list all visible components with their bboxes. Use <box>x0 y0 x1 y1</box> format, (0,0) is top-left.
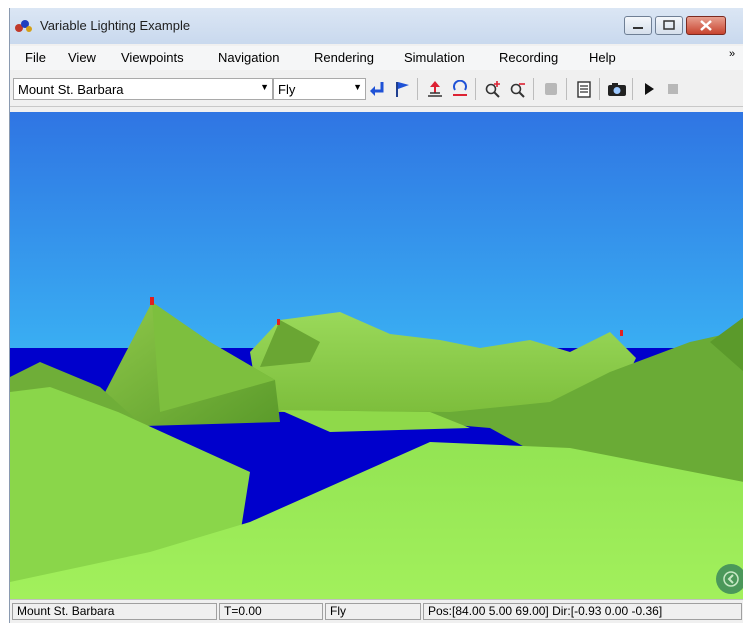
straighten-button[interactable] <box>449 78 471 100</box>
chevron-left-icon <box>723 571 739 587</box>
toolbar-separator <box>599 78 600 100</box>
3d-viewport[interactable] <box>10 112 743 599</box>
viewpoint-select[interactable]: Mount St. Barbara ▼ <box>13 78 273 100</box>
go-up-button[interactable] <box>424 78 446 100</box>
toolbar: Mount St. Barbara ▼ Fly ▼ <box>10 72 743 107</box>
capture-button[interactable] <box>606 78 628 100</box>
status-bar: Mount St. Barbara T=0.00 Fly Pos:[84.00 … <box>10 599 743 623</box>
return-viewpoint-button[interactable] <box>367 78 389 100</box>
undo-arrow-icon <box>370 82 384 96</box>
toolbar-separator <box>632 78 633 100</box>
clipboard-icon <box>577 81 591 98</box>
status-time: T=0.00 <box>219 603 323 620</box>
navigation-panel-button[interactable] <box>716 564 743 594</box>
camera-icon <box>608 83 626 96</box>
go-to-viewpoint-button[interactable] <box>391 78 413 100</box>
maximize-button[interactable] <box>655 16 683 35</box>
terrain-scene <box>10 112 743 599</box>
zoom-in-icon <box>485 81 500 98</box>
menu-recording[interactable]: Recording <box>499 50 558 65</box>
record-button[interactable] <box>540 78 562 100</box>
menu-overflow-icon[interactable]: » <box>729 48 735 60</box>
toolbar-separator <box>417 78 418 100</box>
status-viewpoint: Mount St. Barbara <box>12 603 217 620</box>
close-icon <box>700 20 712 31</box>
toolbar-separator <box>475 78 476 100</box>
properties-button[interactable] <box>573 78 595 100</box>
menu-rendering[interactable]: Rendering <box>314 50 374 65</box>
close-button[interactable] <box>686 16 726 35</box>
stop-icon <box>668 84 678 94</box>
menu-file[interactable]: File <box>25 50 46 65</box>
title-bar[interactable]: Variable Lighting Example <box>10 8 743 44</box>
window-title: Variable Lighting Example <box>40 18 191 33</box>
menu-view[interactable]: View <box>68 50 96 65</box>
navigation-mode-value: Fly <box>278 82 296 97</box>
viewpoint-select-value: Mount St. Barbara <box>18 82 124 97</box>
status-mode: Fly <box>325 603 421 620</box>
menu-help[interactable]: Help <box>589 50 616 65</box>
app-window: Variable Lighting Example File View View… <box>9 8 743 623</box>
play-icon <box>645 83 654 95</box>
zoom-out-icon <box>510 83 525 98</box>
navigation-mode-select[interactable]: Fly ▼ <box>273 78 366 100</box>
chevron-down-icon: ▼ <box>260 82 269 92</box>
peak-marker <box>150 297 154 305</box>
maximize-icon <box>663 20 675 30</box>
peak-marker <box>277 319 280 325</box>
toolbar-separator <box>533 78 534 100</box>
menu-viewpoints[interactable]: Viewpoints <box>121 50 184 65</box>
chevron-down-icon: ▼ <box>353 82 362 92</box>
minimize-icon <box>633 27 643 29</box>
menu-navigation[interactable]: Navigation <box>218 50 279 65</box>
record-icon <box>545 83 557 95</box>
go-up-icon <box>428 81 442 97</box>
straighten-icon <box>453 80 467 96</box>
menu-bar: File View Viewpoints Navigation Renderin… <box>10 46 743 70</box>
stop-button[interactable] <box>662 78 684 100</box>
minimize-button[interactable] <box>624 16 652 35</box>
status-position: Pos:[84.00 5.00 69.00] Dir:[-0.93 0.00 -… <box>423 603 742 620</box>
toolbar-separator <box>566 78 567 100</box>
app-icon <box>15 20 32 32</box>
zoom-out-button[interactable] <box>507 78 529 100</box>
play-button[interactable] <box>638 78 660 100</box>
menu-simulation[interactable]: Simulation <box>404 50 465 65</box>
peak-marker <box>620 330 623 336</box>
zoom-in-button[interactable] <box>482 78 504 100</box>
flag-icon <box>396 82 409 97</box>
